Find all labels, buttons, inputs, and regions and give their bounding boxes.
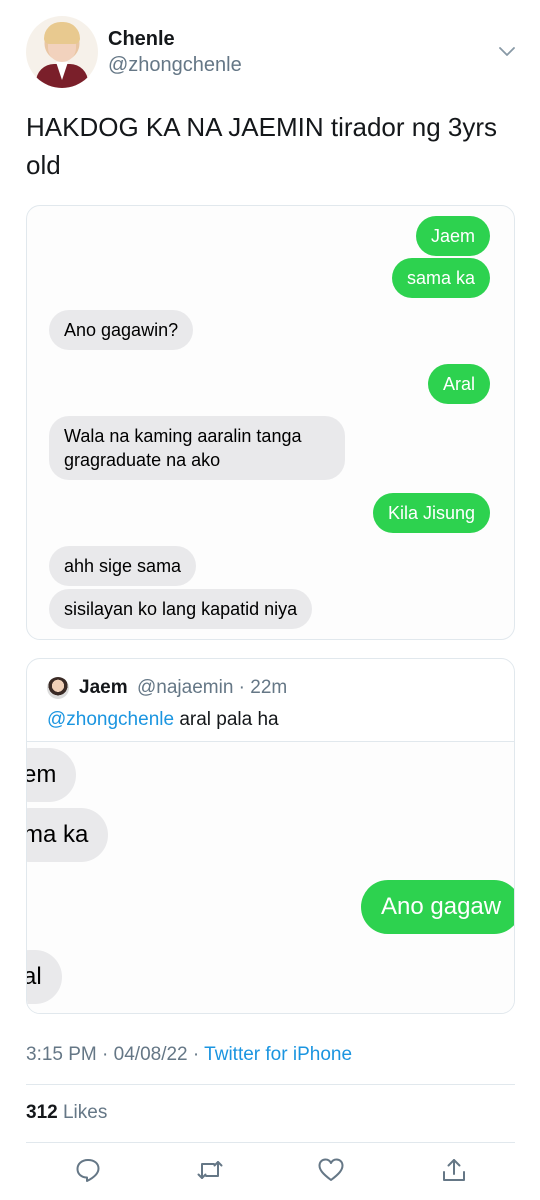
tweet-text: HAKDOG KA NA JAEMIN tirador ng 3yrs old bbox=[26, 112, 498, 180]
chevron-down-icon[interactable] bbox=[498, 42, 516, 60]
tweet-source-link[interactable]: Twitter for iPhone bbox=[204, 1044, 352, 1065]
tweet-header: Chenle @zhongchenle bbox=[26, 16, 516, 90]
tweet-date: 04/08/22 bbox=[113, 1044, 188, 1065]
tweet-actions bbox=[0, 1152, 540, 1192]
chat-bubble-incoming: ma ka bbox=[27, 808, 109, 862]
like-icon[interactable] bbox=[317, 1156, 345, 1184]
reply-icon[interactable] bbox=[74, 1156, 102, 1184]
likes-stat[interactable]: 312 Likes bbox=[26, 1102, 107, 1124]
tweet-meta: 3:15 PM · 04/08/22 · Twitter for iPhone bbox=[26, 1044, 352, 1066]
chat-bubble-outgoing: Kila Jisung bbox=[372, 493, 490, 533]
quoted-author-name: Jaem bbox=[79, 677, 128, 698]
tweet-time: 3:15 PM bbox=[26, 1044, 97, 1065]
share-icon[interactable] bbox=[440, 1156, 468, 1184]
tweet-image-chat[interactable]: Jaem sama ka Ano gagawin? Aral Wala na k… bbox=[26, 205, 515, 640]
chat-bubble-outgoing: Ano gagaw bbox=[361, 880, 514, 934]
author-handle[interactable]: @zhongchenle bbox=[108, 54, 242, 77]
chat-bubble-incoming: al bbox=[27, 950, 62, 1004]
author-avatar[interactable] bbox=[26, 16, 98, 88]
dot-separator: · bbox=[187, 1044, 205, 1065]
avatar-hair bbox=[44, 22, 80, 44]
likes-count: 312 bbox=[26, 1102, 58, 1123]
quoted-author-avatar bbox=[47, 677, 69, 699]
chat-bubble-incoming: sisilayan ko lang kapatid niya bbox=[49, 589, 313, 629]
chat-bubble-outgoing: Jaem bbox=[415, 216, 490, 256]
divider bbox=[26, 1142, 515, 1143]
retweet-icon[interactable] bbox=[196, 1156, 224, 1184]
author-name[interactable]: Chenle bbox=[108, 28, 175, 51]
chat-bubble-incoming: em bbox=[27, 748, 77, 802]
quoted-text: @zhongchenle aral pala ha bbox=[47, 709, 279, 731]
dot-separator: · bbox=[96, 1044, 114, 1065]
quoted-author-handle: @najaemin bbox=[137, 677, 234, 698]
divider bbox=[26, 1084, 515, 1085]
quoted-body: aral pala ha bbox=[179, 709, 279, 730]
mention-link[interactable]: @zhongchenle bbox=[47, 709, 174, 730]
quoted-timestamp: 22m bbox=[250, 677, 288, 698]
quoted-tweet[interactable]: Jaem @najaemin · 22m @zhongchenle aral p… bbox=[26, 658, 515, 1014]
chat-bubble-outgoing: sama ka bbox=[391, 258, 490, 298]
dot-separator: · bbox=[233, 677, 251, 698]
quoted-author-handle-time: @najaemin · 22m bbox=[137, 677, 287, 699]
chat-bubble-incoming: Wala na kaming aaralin tanga gragraduate… bbox=[49, 416, 345, 480]
quoted-image-chat: em ma ka Ano gagaw al bbox=[27, 741, 514, 1013]
likes-label: Likes bbox=[62, 1102, 108, 1123]
chat-bubble-incoming: Ano gagawin? bbox=[49, 310, 194, 350]
chat-bubble-outgoing: Aral bbox=[427, 364, 490, 404]
chat-bubble-incoming: ahh sige sama bbox=[49, 546, 197, 586]
